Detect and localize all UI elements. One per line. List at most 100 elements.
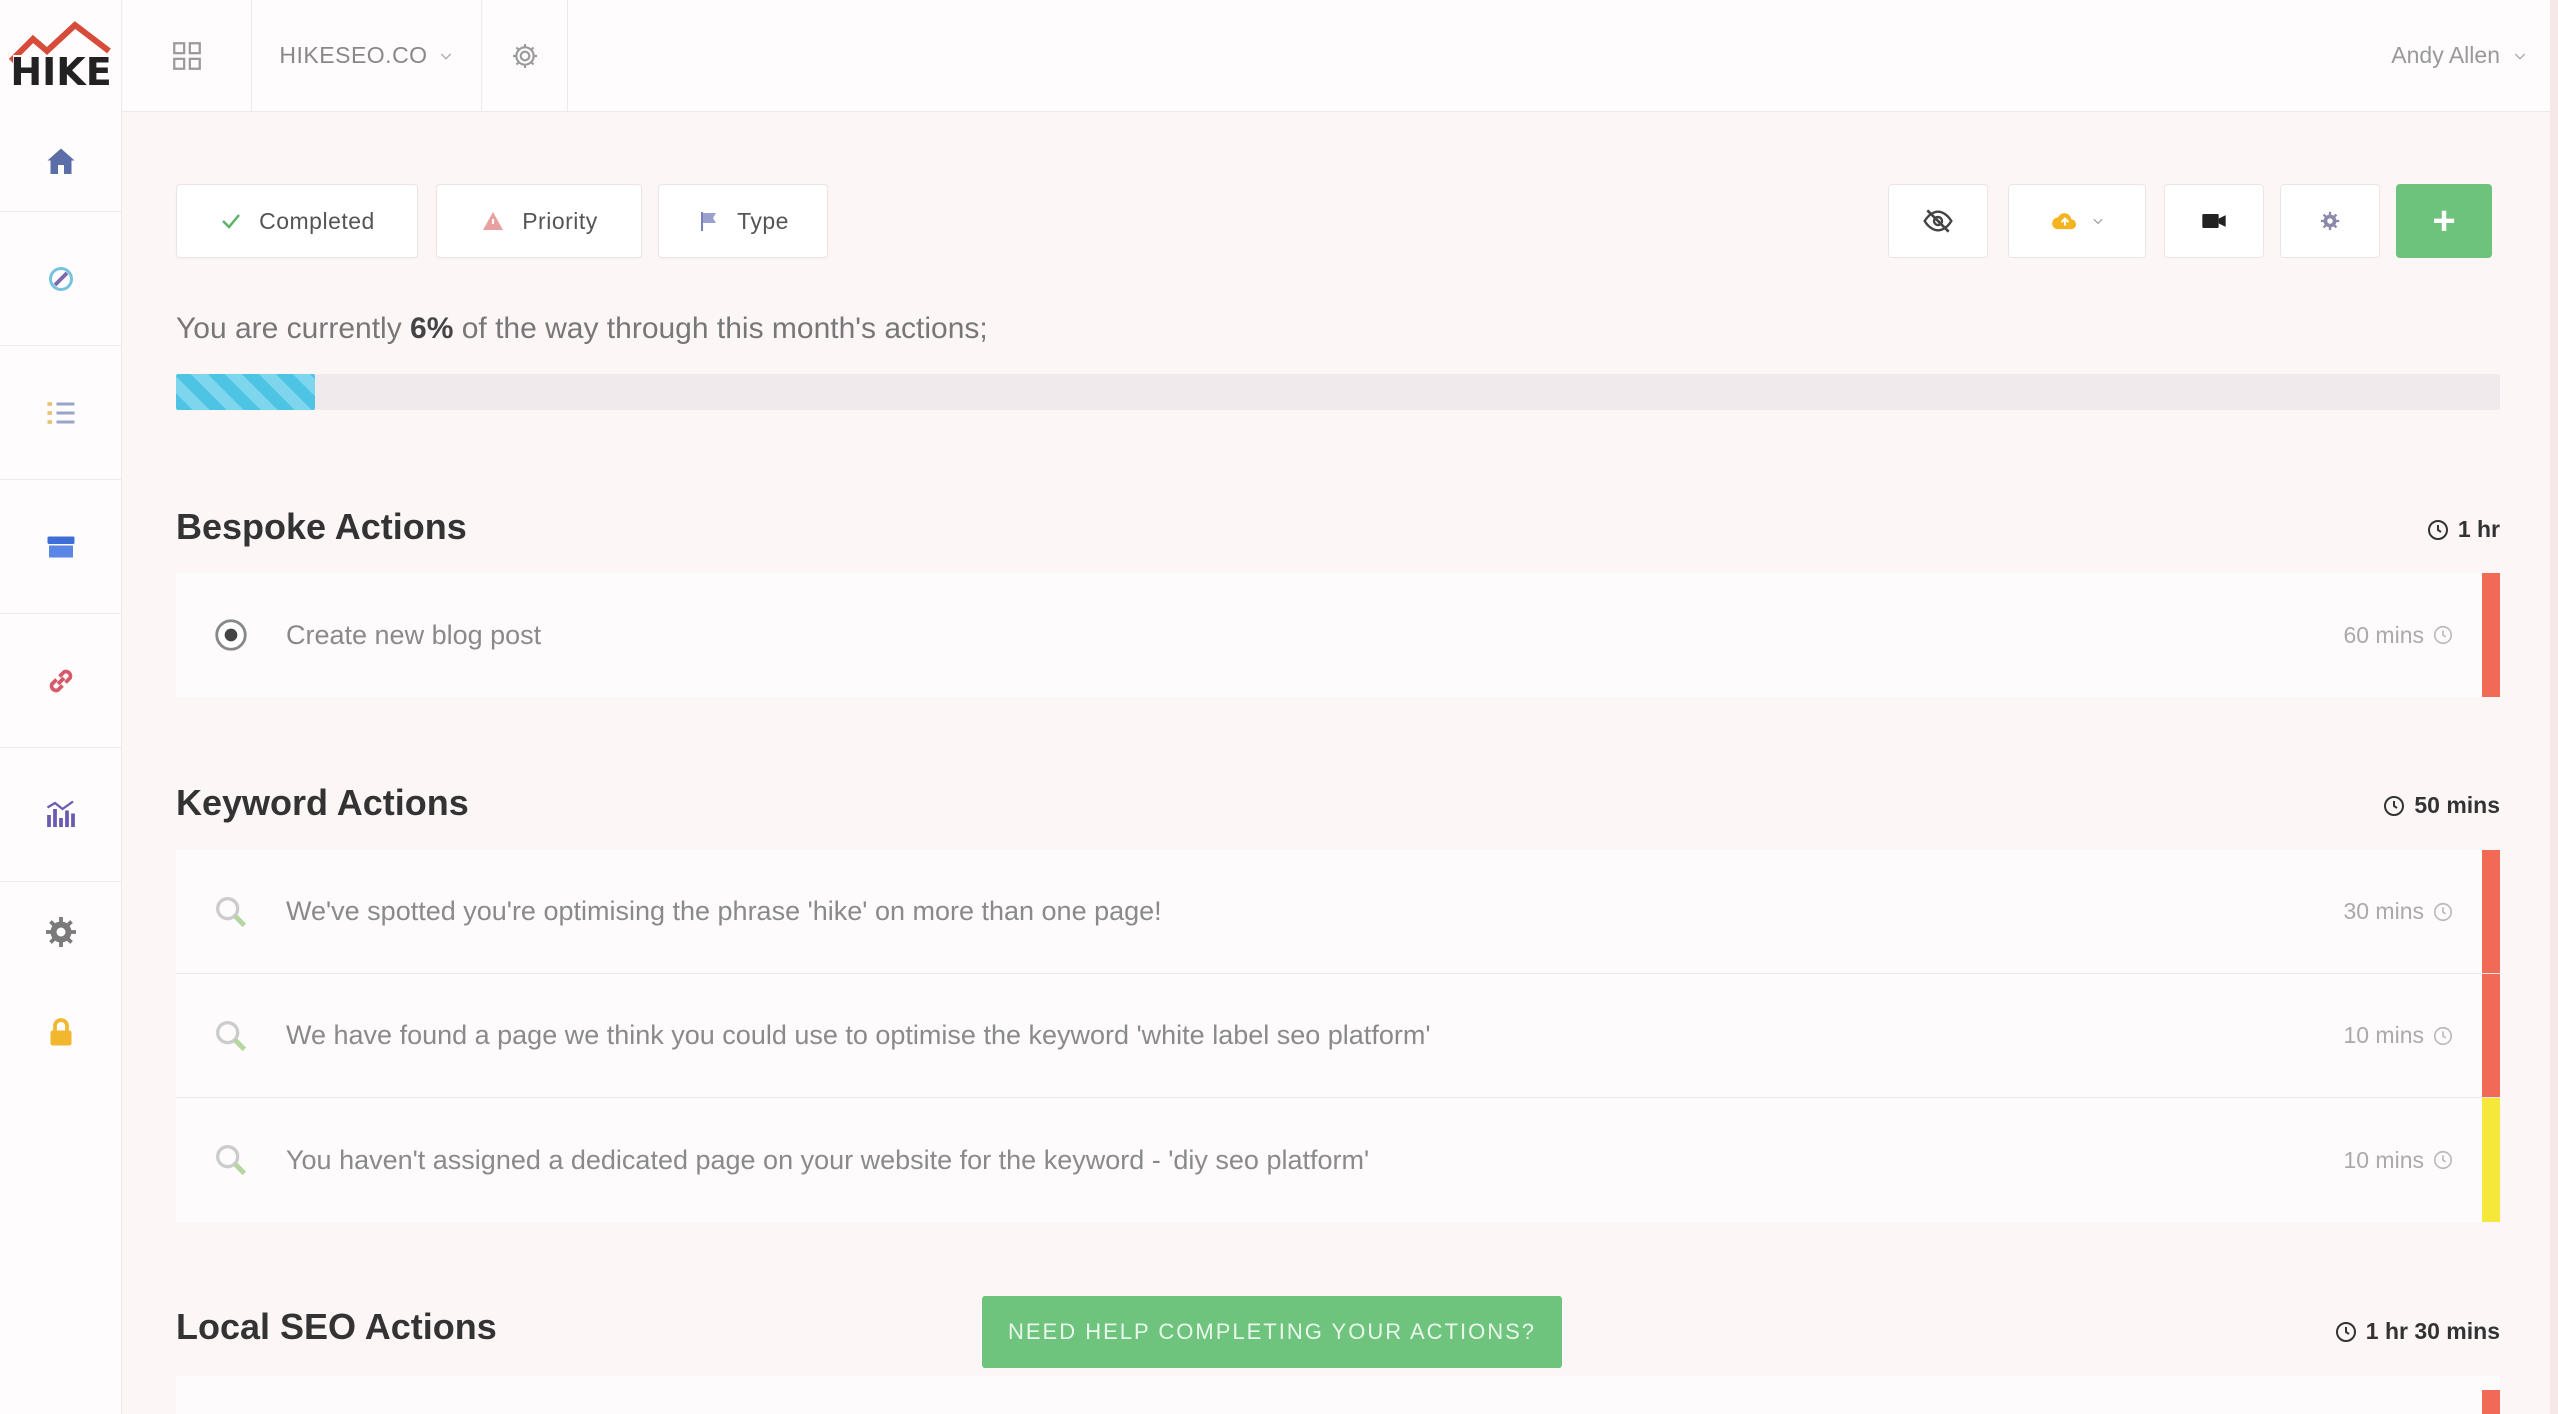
action-time-label: 60 mins bbox=[2343, 621, 2424, 648]
action-time: 10 mins bbox=[2343, 1147, 2454, 1174]
checklist-icon bbox=[47, 401, 74, 424]
priority-indicator bbox=[2482, 1390, 2500, 1414]
action-status[interactable] bbox=[176, 1140, 286, 1180]
action-time: 10 mins bbox=[2343, 1022, 2454, 1049]
type-filter-button[interactable]: Type bbox=[658, 184, 828, 258]
gear-icon bbox=[512, 43, 537, 68]
action-time-label: 10 mins bbox=[2343, 1022, 2424, 1048]
action-text: Create new blog post bbox=[286, 619, 542, 650]
progress-text: You are currently 6% of the way through … bbox=[176, 312, 988, 346]
bespoke-action-list: Create new blog post 60 mins bbox=[176, 573, 2500, 697]
action-toolbar: Completed Priority Type + bbox=[176, 184, 2500, 258]
action-time-label: 30 mins bbox=[2343, 898, 2424, 924]
keyword-section-title: Keyword Actions bbox=[176, 782, 469, 823]
sidebar-item-lock[interactable] bbox=[0, 982, 121, 1082]
sidebar-item-home[interactable] bbox=[0, 112, 121, 212]
sidebar-item-link[interactable] bbox=[0, 614, 121, 748]
apps-grid-button[interactable] bbox=[122, 0, 252, 111]
site-settings-button[interactable] bbox=[482, 0, 568, 111]
sidebar-item-store[interactable] bbox=[0, 480, 121, 614]
sidebar-item-checklist[interactable] bbox=[0, 346, 121, 480]
local-seo-action-list bbox=[176, 1376, 2500, 1414]
chevron-down-icon bbox=[440, 53, 451, 60]
action-row[interactable]: We have found a page we think you could … bbox=[176, 974, 2500, 1098]
lock-icon bbox=[50, 1018, 71, 1046]
eye-off-icon bbox=[1923, 209, 1953, 233]
search-icon bbox=[216, 1020, 247, 1051]
bespoke-section-time: 1 hr bbox=[2426, 516, 2500, 543]
local-seo-total-time: 1 hr 30 mins bbox=[2365, 1318, 2500, 1344]
action-status[interactable] bbox=[176, 892, 286, 932]
action-row[interactable]: You haven't assigned a dedicated page on… bbox=[176, 1098, 2500, 1222]
action-text: We have found a page we think you could … bbox=[286, 1020, 1431, 1050]
sidebar-item-rocket[interactable] bbox=[0, 212, 121, 346]
logo-text: HIKE bbox=[10, 50, 111, 91]
export-dropdown-button[interactable] bbox=[2008, 184, 2146, 258]
action-time: 30 mins bbox=[2343, 898, 2454, 925]
progress-percent: 6% bbox=[410, 312, 454, 345]
clock-icon bbox=[2433, 1026, 2453, 1045]
user-menu[interactable]: Andy Allen bbox=[2358, 0, 2558, 111]
gear-icon bbox=[2320, 211, 2340, 231]
clock-icon bbox=[2384, 795, 2405, 816]
check-icon bbox=[222, 214, 241, 229]
completed-label: Completed bbox=[259, 207, 375, 234]
cloud-icon bbox=[2052, 213, 2077, 230]
settings-button[interactable] bbox=[2280, 184, 2380, 258]
priority-label: Priority bbox=[522, 207, 598, 234]
clock-icon bbox=[2427, 519, 2448, 540]
grid-icon bbox=[172, 41, 201, 70]
sidebar-item-settings[interactable] bbox=[0, 882, 121, 982]
clock-icon bbox=[2433, 625, 2453, 645]
keyword-total-time: 50 mins bbox=[2414, 792, 2500, 818]
action-time-label: 10 mins bbox=[2343, 1146, 2424, 1173]
priority-filter-button[interactable]: Priority bbox=[436, 184, 642, 258]
chevron-down-icon bbox=[2514, 53, 2526, 60]
action-row[interactable]: Create new blog post 60 mins bbox=[176, 573, 2500, 697]
keyword-action-list: We've spotted you're optimising the phra… bbox=[176, 850, 2500, 1222]
user-name: Andy Allen bbox=[2391, 42, 2500, 68]
completed-filter-button[interactable]: Completed bbox=[176, 184, 418, 258]
hike-logo[interactable]: HIKE bbox=[0, 0, 121, 112]
site-selector[interactable]: HIKESEO.CO bbox=[252, 0, 482, 111]
progress-prefix: You are currently bbox=[176, 312, 411, 345]
bespoke-section-title: Bespoke Actions bbox=[176, 506, 467, 547]
priority-indicator bbox=[2482, 573, 2500, 697]
sidebar: HIKE bbox=[0, 0, 122, 1414]
local-seo-section-time: 1 hr 30 mins bbox=[2334, 1318, 2500, 1345]
radio-selected-icon bbox=[215, 619, 247, 651]
video-button[interactable] bbox=[2164, 184, 2264, 258]
progress-bar bbox=[176, 374, 2500, 410]
sidebar-item-chart[interactable] bbox=[0, 748, 121, 882]
warning-icon bbox=[483, 212, 504, 230]
action-row[interactable]: We've spotted you're optimising the phra… bbox=[176, 850, 2500, 974]
priority-indicator bbox=[2482, 1098, 2500, 1222]
rocket-icon bbox=[48, 266, 73, 291]
action-text: We've spotted you're optimising the phra… bbox=[286, 896, 1162, 926]
chevron-down-icon bbox=[2093, 218, 2103, 225]
window-edge bbox=[2550, 0, 2558, 1414]
action-status[interactable] bbox=[176, 616, 286, 654]
clock-icon bbox=[2433, 1150, 2453, 1170]
link-icon bbox=[49, 669, 72, 692]
add-action-button[interactable]: + bbox=[2396, 184, 2492, 258]
site-name: HIKESEO.CO bbox=[279, 42, 428, 68]
help-completing-actions-button[interactable]: NEED HELP COMPLETING YOUR ACTIONS? bbox=[982, 1296, 1562, 1368]
flag-icon bbox=[701, 212, 717, 231]
home-icon bbox=[47, 148, 74, 174]
action-status[interactable] bbox=[176, 1016, 286, 1056]
chart-icon bbox=[46, 800, 75, 827]
type-label: Type bbox=[737, 207, 789, 234]
priority-indicator bbox=[2482, 974, 2500, 1097]
gear-icon bbox=[45, 917, 76, 947]
priority-indicator bbox=[2482, 850, 2500, 973]
clock-icon bbox=[2335, 1321, 2356, 1342]
keyword-section-time: 50 mins bbox=[2382, 792, 2500, 819]
video-camera-icon bbox=[2202, 214, 2226, 228]
clock-icon bbox=[2433, 902, 2453, 921]
search-icon bbox=[216, 1145, 247, 1176]
hide-completed-button[interactable] bbox=[1888, 184, 1988, 258]
hike-logo-icon: HIKE bbox=[8, 21, 111, 91]
top-bar: HIKESEO.CO Andy Allen bbox=[122, 0, 2558, 112]
progress-bar-fill bbox=[176, 374, 316, 410]
